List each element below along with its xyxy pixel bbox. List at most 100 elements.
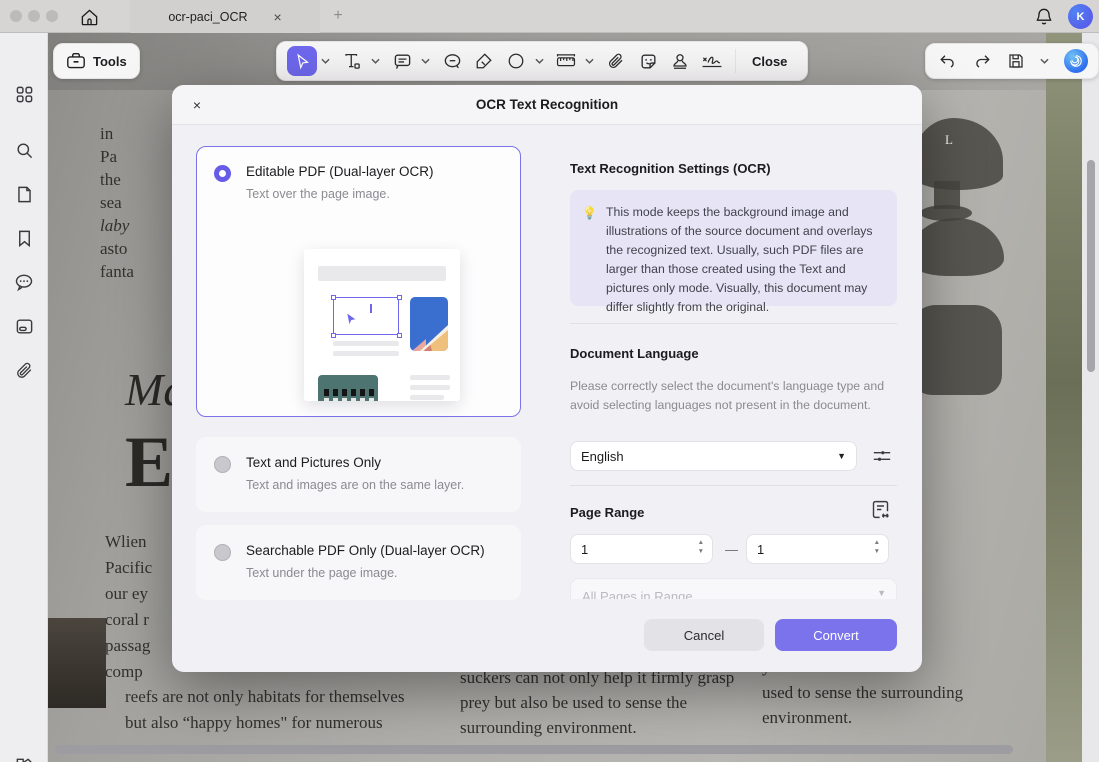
stamp-tool-button[interactable]: [665, 46, 695, 76]
option-title: Text and Pictures Only: [246, 455, 381, 470]
illus-text-line: [410, 375, 450, 380]
option-subtitle: Text under the page image.: [246, 566, 398, 580]
doc-text-line: passag: [105, 633, 152, 659]
doc-text-line: fanta: [100, 260, 134, 283]
shape-circle-tool-button[interactable]: [501, 46, 531, 76]
divider: [570, 323, 897, 324]
convert-button[interactable]: Convert: [775, 619, 897, 651]
text-tool-button[interactable]: [337, 46, 367, 76]
attachment-tool-button[interactable]: [601, 46, 631, 76]
sidebar-annotations-button[interactable]: [8, 310, 40, 342]
new-tab-button[interactable]: +: [328, 7, 348, 25]
radio-editable-pdf[interactable]: [214, 165, 231, 182]
comment-tool-button[interactable]: [387, 46, 417, 76]
option-text-pictures-only[interactable]: Text and Pictures Only Text and images a…: [196, 437, 521, 512]
bell-icon: [1034, 5, 1054, 27]
doc-text-line: environment.: [762, 705, 963, 731]
user-avatar[interactable]: K: [1068, 4, 1093, 29]
page-range-to-input[interactable]: [757, 535, 862, 563]
page-range-heading: Page Range: [570, 505, 644, 520]
left-sidebar: [0, 33, 48, 762]
sidebar-apps-grid-button[interactable]: [8, 78, 40, 110]
vertical-scrollbar-track[interactable]: [1082, 33, 1099, 762]
chat-minus-icon: [443, 52, 462, 71]
measure-tool-button[interactable]: [551, 46, 581, 76]
chat-delete-tool-button[interactable]: [437, 46, 467, 76]
sidebar-bookmarks-button[interactable]: [8, 222, 40, 254]
measure-tool-dropdown[interactable]: [583, 46, 595, 76]
custom-range-button[interactable]: [870, 499, 891, 520]
close-annotation-toolbar-button[interactable]: Close: [735, 49, 797, 73]
tab-close-icon[interactable]: ×: [274, 9, 282, 25]
ai-assistant-button[interactable]: [1064, 49, 1088, 73]
apps-grid-icon: [15, 85, 34, 104]
doc-text-line: surrounding environment.: [460, 715, 734, 740]
horizontal-scrollbar-thumb[interactable]: [55, 745, 1013, 754]
option-title: Searchable PDF Only (Dual-layer OCR): [246, 543, 485, 558]
cancel-button[interactable]: Cancel: [644, 619, 764, 651]
reading-mode-icon: [14, 756, 34, 762]
text-tool-dropdown[interactable]: [369, 46, 381, 76]
sidebar-attachments-button[interactable]: [8, 354, 40, 386]
doc-text-column: WlienPacificour eycoral rpassagcomp: [105, 529, 152, 685]
illus-photo-thumbnail: [410, 297, 448, 351]
vertical-scrollbar-thumb[interactable]: [1087, 160, 1095, 372]
highlighter-tool-button[interactable]: [469, 46, 499, 76]
doc-text-line: but also “happy homes" for numerous: [125, 710, 404, 736]
page-range-from-stepper: ▲▼: [570, 534, 713, 564]
option-searchable-pdf[interactable]: Searchable PDF Only (Dual-layer OCR) Tex…: [196, 525, 521, 600]
lightbulb-icon: 💡: [582, 204, 597, 223]
save-dropdown[interactable]: [1038, 46, 1050, 76]
coral-image-2: [908, 218, 1004, 276]
sidebar-reading-mode-button[interactable]: [8, 750, 40, 762]
undo-button[interactable]: [936, 46, 960, 76]
comment-tool-dropdown[interactable]: [419, 46, 431, 76]
redo-button[interactable]: [970, 46, 994, 76]
doc-text-line: asto: [100, 237, 134, 260]
illus-keyboard-thumbnail: [318, 375, 378, 401]
save-button[interactable]: [1004, 46, 1028, 76]
select-tool-button[interactable]: [287, 46, 317, 76]
bookmark-icon: [15, 229, 34, 248]
tools-button-label: Tools: [93, 54, 127, 69]
ocr-mode-illustration: [304, 249, 460, 401]
sidebar-search-button[interactable]: [8, 134, 40, 166]
signature-icon: [701, 52, 723, 70]
radio-text-pictures-only[interactable]: [214, 456, 231, 473]
language-settings-button[interactable]: [872, 447, 892, 465]
undo-icon: [939, 53, 957, 69]
paperclip-icon: [15, 361, 34, 380]
window-zoom-button[interactable]: [46, 10, 58, 22]
shape-tool-dropdown[interactable]: [533, 46, 545, 76]
stepper-arrows[interactable]: ▲▼: [874, 540, 880, 555]
doc-text-line: used to sense the surrounding: [762, 680, 963, 706]
signature-tool-button[interactable]: [697, 46, 727, 76]
window-minimize-button[interactable]: [28, 10, 40, 22]
sticker-tool-button[interactable]: [633, 46, 663, 76]
mode-info-text: This mode keeps the background image and…: [606, 205, 873, 314]
select-caret-icon: ▼: [837, 451, 846, 461]
doc-text-line: laby: [100, 214, 134, 237]
home-button[interactable]: [76, 4, 102, 30]
radio-searchable-pdf[interactable]: [214, 544, 231, 561]
window-close-button[interactable]: [10, 10, 22, 22]
photo-background-right: [1046, 33, 1082, 762]
coral-label: L: [945, 132, 953, 148]
sidebar-comments-button[interactable]: [8, 266, 40, 298]
page-mode-select[interactable]: All Pages in Range ▼: [570, 578, 897, 599]
language-select[interactable]: English ▼: [570, 441, 857, 471]
sidebar-thumbnails-button[interactable]: [8, 178, 40, 210]
stepper-arrows[interactable]: ▲▼: [698, 540, 704, 555]
tools-button[interactable]: Tools: [53, 43, 140, 79]
stamp-icon: [671, 52, 689, 71]
option-editable-pdf[interactable]: Editable PDF (Dual-layer OCR) Text over …: [196, 146, 521, 417]
select-tool-dropdown[interactable]: [319, 46, 331, 76]
doc-text-line: Pa: [100, 145, 134, 168]
notifications-button[interactable]: [1034, 5, 1054, 27]
paperclip-icon: [607, 52, 625, 70]
page-range-from-input[interactable]: [581, 535, 686, 563]
document-tab[interactable]: ocr-paci_OCR ×: [130, 0, 320, 33]
settings-heading: Text Recognition Settings (OCR): [570, 161, 771, 176]
range-dash: —: [725, 542, 738, 557]
sticker-smiley-icon: [639, 52, 658, 71]
